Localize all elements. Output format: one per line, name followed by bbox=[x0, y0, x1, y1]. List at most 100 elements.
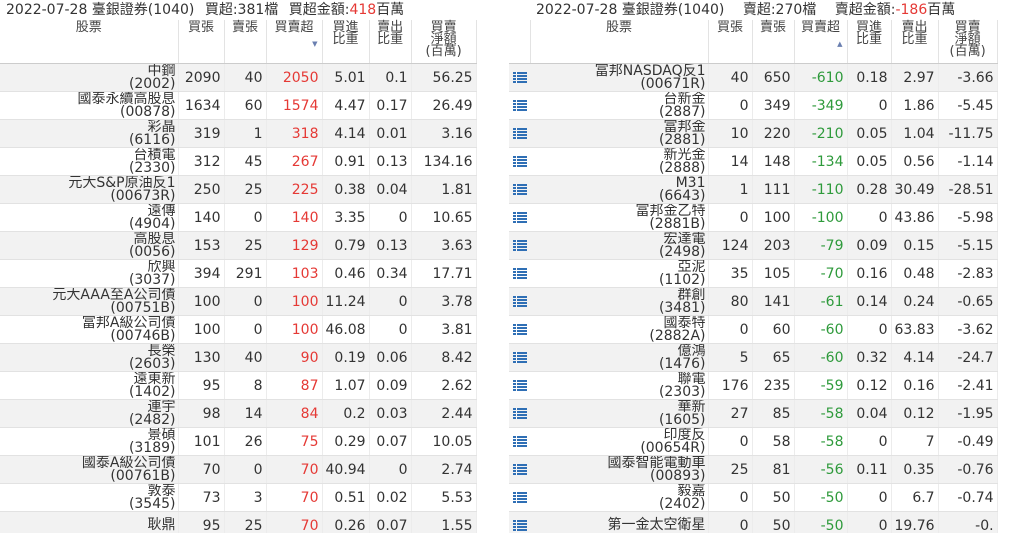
table-row[interactable]: 連宇 (2482) 98 14 84 0.2 0.03 2.44 bbox=[0, 399, 477, 428]
stock-cell[interactable]: 群創 (3481) bbox=[530, 287, 709, 316]
list-icon[interactable] bbox=[512, 352, 527, 363]
header-buy-ratio[interactable]: 買進 比重 bbox=[847, 20, 892, 64]
stock-cell[interactable]: 長榮 (2603) bbox=[0, 343, 179, 372]
table-row[interactable]: 高股息 (0056) 153 25 129 0.79 0.13 3.63 bbox=[0, 231, 477, 260]
table-row[interactable]: 遠東新 (1402) 95 8 87 1.07 0.09 2.62 bbox=[0, 371, 477, 400]
stock-cell[interactable]: 富邦NASDAQ反1 (00671R) bbox=[530, 63, 709, 92]
stock-cell[interactable]: 宏達電 (2498) bbox=[530, 231, 709, 260]
table-row[interactable]: 新光金 (2888) 14 148 -134 0.05 0.56 -1.14 bbox=[509, 147, 998, 176]
table-row[interactable]: 富邦金 (2881) 10 220 -210 0.05 1.04 -11.75 bbox=[509, 119, 998, 148]
table-row[interactable]: 亞泥 (1102) 35 105 -70 0.16 0.48 -2.83 bbox=[509, 259, 998, 288]
table-row[interactable]: 億鴻 (1476) 5 65 -60 0.32 4.14 -24.7 bbox=[509, 343, 998, 372]
table-row[interactable]: 毅嘉 (2402) 0 50 -50 0 6.7 -0.74 bbox=[509, 483, 998, 512]
table-row[interactable]: 國泰特 (2882A) 0 60 -60 0 63.83 -3.62 bbox=[509, 315, 998, 344]
header-sell-ratio[interactable]: 賣出 比重 bbox=[891, 20, 939, 64]
stock-cell[interactable]: 華新 (1605) bbox=[530, 399, 709, 428]
table-row[interactable]: 欣興 (3037) 394 291 103 0.46 0.34 17.71 bbox=[0, 259, 477, 288]
table-row[interactable]: 富邦NASDAQ反1 (00671R) 40 650 -610 0.18 2.97 -3.66 bbox=[509, 63, 998, 92]
stock-cell[interactable]: 聯電 (2303) bbox=[530, 371, 709, 400]
table-row[interactable]: 台新金 (2887) 0 349 -349 0 1.86 -5.45 bbox=[509, 91, 998, 120]
list-icon[interactable] bbox=[512, 184, 527, 195]
list-icon[interactable] bbox=[512, 128, 527, 139]
row-menu-cell[interactable] bbox=[509, 91, 530, 120]
table-row[interactable]: 群創 (3481) 80 141 -61 0.14 0.24 -0.65 bbox=[509, 287, 998, 316]
row-menu-cell[interactable] bbox=[509, 343, 530, 372]
stock-cell[interactable]: 富邦A級公司債 (00746B) bbox=[0, 315, 179, 344]
stock-cell[interactable]: 耿鼎 bbox=[0, 511, 179, 533]
header-stock[interactable]: 股票 bbox=[0, 20, 179, 64]
header-sell-lots[interactable]: 賣張 bbox=[224, 20, 267, 64]
stock-cell[interactable]: 遠傳 (4904) bbox=[0, 203, 179, 232]
table-row[interactable]: 聯電 (2303) 176 235 -59 0.12 0.16 -2.41 bbox=[509, 371, 998, 400]
table-row[interactable]: 國泰A級公司債 (00761B) 70 0 70 40.94 0 2.74 bbox=[0, 455, 477, 484]
table-row[interactable]: 富邦金乙特 (2881B) 0 100 -100 0 43.86 -5.98 bbox=[509, 203, 998, 232]
header-net-lots[interactable]: 買賣超 ▼ bbox=[266, 20, 323, 64]
table-row[interactable]: 敦泰 (3545) 73 3 70 0.51 0.02 5.53 bbox=[0, 483, 477, 512]
table-row[interactable]: 國泰智能電動車 (00893) 25 81 -56 0.11 0.35 -0.76 bbox=[509, 455, 998, 484]
row-menu-cell[interactable] bbox=[509, 259, 530, 288]
stock-cell[interactable]: 敦泰 (3545) bbox=[0, 483, 179, 512]
table-row[interactable]: 國泰永續高股息 (00878) 1634 60 1574 4.47 0.17 26.49 bbox=[0, 91, 477, 120]
list-icon[interactable] bbox=[512, 100, 527, 111]
table-row[interactable]: 富邦A級公司債 (00746B) 100 0 100 46.08 0 3.81 bbox=[0, 315, 477, 344]
stock-cell[interactable]: 國泰特 (2882A) bbox=[530, 315, 709, 344]
table-row[interactable]: 耿鼎 95 25 70 0.26 0.07 1.55 bbox=[0, 511, 477, 533]
stock-cell[interactable]: 亞泥 (1102) bbox=[530, 259, 709, 288]
row-menu-cell[interactable] bbox=[509, 119, 530, 148]
row-menu-cell[interactable] bbox=[509, 371, 530, 400]
row-menu-cell[interactable] bbox=[509, 483, 530, 512]
stock-cell[interactable]: 國泰A級公司債 (00761B) bbox=[0, 455, 179, 484]
stock-cell[interactable]: 富邦金乙特 (2881B) bbox=[530, 203, 709, 232]
stock-cell[interactable]: 彩晶 (6116) bbox=[0, 119, 179, 148]
stock-cell[interactable]: 國泰永續高股息 (00878) bbox=[0, 91, 179, 120]
stock-cell[interactable]: 億鴻 (1476) bbox=[530, 343, 709, 372]
stock-cell[interactable]: 景碩 (3189) bbox=[0, 427, 179, 456]
list-icon[interactable] bbox=[512, 296, 527, 307]
table-row[interactable]: 第一金太空衛星 0 50 -50 0 19.76 -0. bbox=[509, 511, 998, 533]
stock-cell[interactable]: 高股息 (0056) bbox=[0, 231, 179, 260]
header-buy-ratio[interactable]: 買進 比重 bbox=[322, 20, 370, 64]
row-menu-cell[interactable] bbox=[509, 315, 530, 344]
table-row[interactable]: 景碩 (3189) 101 26 75 0.29 0.07 10.05 bbox=[0, 427, 477, 456]
stock-cell[interactable]: 台新金 (2887) bbox=[530, 91, 709, 120]
stock-cell[interactable]: 台積電 (2330) bbox=[0, 147, 179, 176]
header-net-amount[interactable]: 買賣 淨額 (百萬) bbox=[938, 20, 998, 64]
table-row[interactable]: 長榮 (2603) 130 40 90 0.19 0.06 8.42 bbox=[0, 343, 477, 372]
row-menu-cell[interactable] bbox=[509, 175, 530, 204]
list-icon[interactable] bbox=[512, 268, 527, 279]
row-menu-cell[interactable] bbox=[509, 455, 530, 484]
list-icon[interactable] bbox=[512, 464, 527, 475]
row-menu-cell[interactable] bbox=[509, 287, 530, 316]
header-buy-lots[interactable]: 買張 bbox=[708, 20, 753, 64]
header-sell-lots[interactable]: 賣張 bbox=[752, 20, 795, 64]
row-menu-cell[interactable] bbox=[509, 399, 530, 428]
table-row[interactable]: 中鋼 (2002) 2090 40 2050 5.01 0.1 56.25 bbox=[0, 63, 477, 92]
list-icon[interactable] bbox=[512, 240, 527, 251]
stock-cell[interactable]: 國泰智能電動車 (00893) bbox=[530, 455, 709, 484]
list-icon[interactable] bbox=[512, 408, 527, 419]
stock-cell[interactable]: 連宇 (2482) bbox=[0, 399, 179, 428]
table-row[interactable]: 元大S&P原油反1 (00673R) 250 25 225 0.38 0.04 1.81 bbox=[0, 175, 477, 204]
stock-cell[interactable]: 新光金 (2888) bbox=[530, 147, 709, 176]
table-row[interactable]: 印度反 (00654R) 0 58 -58 0 7 -0.49 bbox=[509, 427, 998, 456]
stock-name[interactable]: 第一金太空衛星 bbox=[533, 518, 706, 532]
row-menu-cell[interactable] bbox=[509, 203, 530, 232]
header-buy-lots[interactable]: 買張 bbox=[178, 20, 225, 64]
table-row[interactable]: 華新 (1605) 27 85 -58 0.04 0.12 -1.95 bbox=[509, 399, 998, 428]
list-icon[interactable] bbox=[512, 380, 527, 391]
stock-cell[interactable]: 中鋼 (2002) bbox=[0, 63, 179, 92]
header-sell-ratio[interactable]: 賣出 比重 bbox=[369, 20, 412, 64]
row-menu-cell[interactable] bbox=[509, 511, 530, 533]
list-icon[interactable] bbox=[512, 436, 527, 447]
stock-cell[interactable]: 欣興 (3037) bbox=[0, 259, 179, 288]
stock-cell[interactable]: 第一金太空衛星 bbox=[530, 511, 709, 533]
list-icon[interactable] bbox=[512, 72, 527, 83]
row-menu-cell[interactable] bbox=[509, 147, 530, 176]
list-icon[interactable] bbox=[512, 492, 527, 503]
list-icon[interactable] bbox=[512, 520, 527, 531]
stock-name[interactable]: 耿鼎 bbox=[3, 518, 176, 532]
stock-cell[interactable]: 毅嘉 (2402) bbox=[530, 483, 709, 512]
list-icon[interactable] bbox=[512, 156, 527, 167]
row-menu-cell[interactable] bbox=[509, 63, 530, 92]
stock-cell[interactable]: 富邦金 (2881) bbox=[530, 119, 709, 148]
